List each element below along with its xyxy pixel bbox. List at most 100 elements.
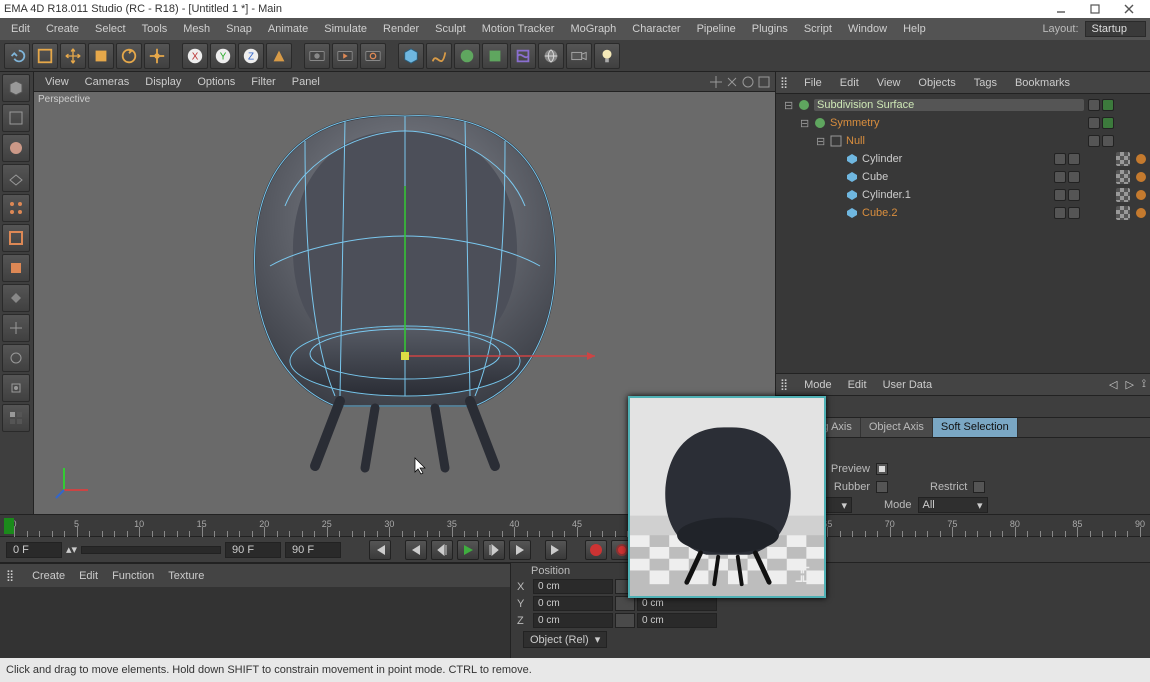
objmgr-tags[interactable]: Tags [968, 75, 1003, 91]
objmgr-file[interactable]: File [798, 75, 828, 91]
visibility-dot[interactable] [1088, 117, 1100, 129]
add-nurbs-button[interactable] [454, 43, 480, 69]
undo-button[interactable] [4, 43, 30, 69]
size-y-field[interactable]: 0 cm [637, 596, 717, 611]
visibility-dot[interactable] [1068, 153, 1080, 165]
range-start-field[interactable]: 0 F [6, 542, 62, 558]
toggle-mode-button[interactable] [2, 284, 30, 312]
prev-key-button[interactable] [405, 540, 427, 560]
render-pv-button[interactable] [332, 43, 358, 69]
menu-mesh[interactable]: Mesh [176, 21, 217, 37]
add-spline-button[interactable] [426, 43, 452, 69]
next-frame-button[interactable] [483, 540, 505, 560]
reference-image-float[interactable] [628, 396, 826, 598]
menu-edit[interactable]: Edit [4, 21, 37, 37]
vp-menu-view[interactable]: View [38, 75, 76, 89]
menu-select[interactable]: Select [88, 21, 133, 37]
menu-window[interactable]: Window [841, 21, 894, 37]
menu-render[interactable]: Render [376, 21, 426, 37]
viewport-nav-icons[interactable] [709, 75, 771, 89]
tree-label[interactable]: Cube [862, 171, 1050, 183]
add-generator-button[interactable] [482, 43, 508, 69]
tree-row-symmetry[interactable]: ⊟ Symmetry [776, 114, 1150, 132]
objmgr-bookmarks[interactable]: Bookmarks [1009, 75, 1076, 91]
phong-tag-icon[interactable] [1136, 208, 1146, 218]
restrict-checkbox[interactable] [973, 481, 985, 493]
tree-row-cube-2[interactable]: Cube.2 [776, 204, 1150, 222]
z-axis-lock-button[interactable]: Z [238, 43, 264, 69]
object-tree[interactable]: ⊟Subdivision Surface ⊟ Symmetry ⊟ Null Cylind… [776, 94, 1150, 374]
menu-pipeline[interactable]: Pipeline [690, 21, 743, 37]
material-tag-icon[interactable] [1116, 152, 1130, 166]
tree-row-cylinder[interactable]: Cylinder [776, 150, 1150, 168]
panel-grip-icon[interactable]: ⣿ [780, 76, 788, 89]
tree-label[interactable]: Cylinder [862, 153, 1050, 165]
stepper-icon[interactable] [615, 596, 635, 611]
matmgr-function[interactable]: Function [112, 570, 154, 582]
visibility-dot[interactable] [1068, 171, 1080, 183]
last-tool-button[interactable] [144, 43, 170, 69]
menu-snap[interactable]: Snap [219, 21, 259, 37]
range-spin-icon[interactable]: ▴▾ [66, 543, 77, 556]
menu-create[interactable]: Create [39, 21, 86, 37]
tree-row-subdivision-surface[interactable]: ⊟Subdivision Surface [776, 96, 1150, 114]
menu-character[interactable]: Character [625, 21, 687, 37]
next-key-button[interactable] [509, 540, 531, 560]
tree-row-cylinder-1[interactable]: Cylinder.1 [776, 186, 1150, 204]
visibility-dot[interactable] [1054, 171, 1066, 183]
menu-mograph[interactable]: MoGraph [563, 21, 623, 37]
layout-dropdown[interactable]: Startup [1085, 21, 1146, 37]
tree-label[interactable]: Cylinder.1 [862, 189, 1050, 201]
stepper-icon[interactable] [615, 613, 635, 628]
axis-button[interactable] [2, 314, 30, 342]
play-button[interactable] [457, 540, 479, 560]
live-select-button[interactable] [32, 43, 58, 69]
texture-mode-button[interactable] [2, 134, 30, 162]
size-z-field[interactable]: 0 cm [637, 613, 717, 628]
visibility-dot[interactable] [1068, 207, 1080, 219]
attrmgr-edit[interactable]: Edit [844, 377, 871, 393]
rotate-tool-button[interactable] [116, 43, 142, 69]
vp-menu-cameras[interactable]: Cameras [78, 75, 137, 89]
preview-checkbox[interactable] [876, 463, 888, 475]
objmgr-edit[interactable]: Edit [834, 75, 865, 91]
attr-nav-fwd-icon[interactable]: ▷ [1125, 378, 1133, 391]
range-slider[interactable] [81, 546, 221, 554]
vp-menu-display[interactable]: Display [138, 75, 188, 89]
menu-help[interactable]: Help [896, 21, 933, 37]
tab-object-axis[interactable]: Object Axis [861, 418, 933, 437]
visibility-dot[interactable] [1054, 207, 1066, 219]
edge-mode-button[interactable] [2, 224, 30, 252]
tree-expand-icon[interactable]: ⊟ [800, 117, 810, 130]
attrmgr-mode[interactable]: Mode [800, 377, 836, 393]
material-tag-icon[interactable] [1116, 206, 1130, 220]
tree-label[interactable]: Null [846, 135, 1084, 147]
add-light-button[interactable] [594, 43, 620, 69]
visibility-dot[interactable] [1102, 117, 1114, 129]
visibility-dot[interactable] [1068, 189, 1080, 201]
menu-plugins[interactable]: Plugins [745, 21, 795, 37]
add-environment-button[interactable] [538, 43, 564, 69]
current-frame-field[interactable]: 90 F [285, 542, 341, 558]
tree-expand-icon[interactable]: ⊟ [816, 135, 826, 148]
vp-menu-options[interactable]: Options [190, 75, 242, 89]
timeline-playhead[interactable] [4, 518, 14, 534]
render-settings-button[interactable] [360, 43, 386, 69]
visibility-dot[interactable] [1088, 99, 1100, 111]
tree-label[interactable]: Subdivision Surface [814, 99, 1084, 111]
model-mode-button[interactable] [2, 74, 30, 102]
panel-grip-icon[interactable]: ⣿ [780, 378, 788, 391]
tree-row-null[interactable]: ⊟ Null [776, 132, 1150, 150]
tree-label[interactable]: Symmetry [830, 117, 1084, 129]
render-view-button[interactable] [304, 43, 330, 69]
menu-simulate[interactable]: Simulate [317, 21, 374, 37]
tab-soft-selection[interactable]: Soft Selection [933, 418, 1018, 437]
prev-frame-button[interactable] [431, 540, 453, 560]
objmgr-view[interactable]: View [871, 75, 907, 91]
material-manager-body[interactable] [0, 587, 510, 658]
coord-system-button[interactable] [266, 43, 292, 69]
visibility-dot[interactable] [1102, 99, 1114, 111]
tree-row-cube[interactable]: Cube [776, 168, 1150, 186]
vp-menu-panel[interactable]: Panel [285, 75, 327, 89]
y-axis-lock-button[interactable]: Y [210, 43, 236, 69]
